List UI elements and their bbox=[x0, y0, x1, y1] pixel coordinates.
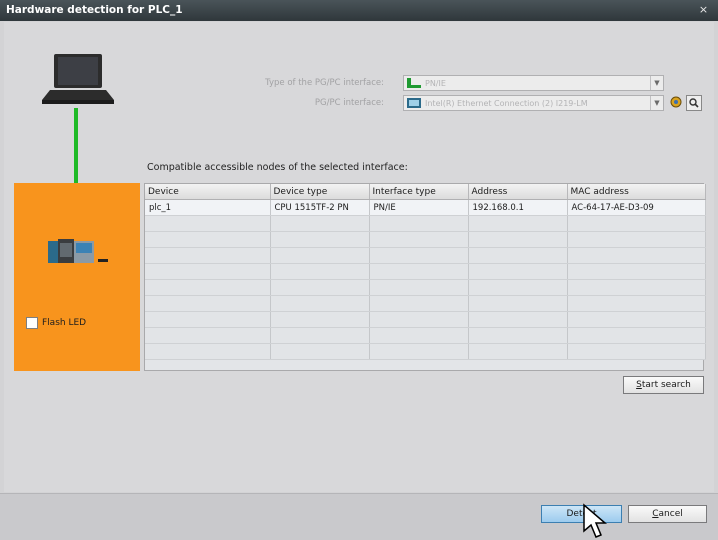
column-header[interactable]: Interface type bbox=[369, 184, 469, 200]
column-header[interactable]: Address bbox=[468, 184, 568, 200]
table-row bbox=[145, 279, 706, 296]
chevron-down-icon[interactable]: ▼ bbox=[650, 76, 663, 90]
table-header-row: Device Device type Interface type Addres… bbox=[145, 184, 706, 200]
device-panel bbox=[14, 183, 140, 371]
dialog-titlebar: Hardware detection for PLC_1 × bbox=[0, 0, 718, 21]
cancel-button[interactable]: Cancel bbox=[628, 505, 707, 523]
table-row bbox=[145, 343, 706, 360]
table-row bbox=[145, 311, 706, 328]
column-header[interactable]: Device type bbox=[270, 184, 370, 200]
table-cell: CPU 1515TF-2 PN bbox=[270, 199, 370, 216]
mouse-pointer-icon bbox=[583, 503, 608, 538]
column-header[interactable]: MAC address bbox=[567, 184, 706, 200]
pgpc-interface-value: Intel(R) Ethernet Connection (2) I219-LM bbox=[425, 98, 588, 108]
table-row[interactable]: plc_1 CPU 1515TF-2 PN PN/IE 192.168.0.1 … bbox=[145, 199, 706, 216]
hardware-detection-dialog: Hardware detection for PLC_1 × Flash LED… bbox=[0, 0, 718, 540]
table-row bbox=[145, 247, 706, 264]
table-row bbox=[145, 263, 706, 280]
flash-led-option[interactable]: Flash LED bbox=[26, 316, 86, 330]
table-row bbox=[145, 215, 706, 232]
search-magnifier-icon[interactable] bbox=[686, 95, 702, 111]
start-search-label: Start search bbox=[636, 380, 691, 390]
start-search-button[interactable]: Start search bbox=[623, 376, 704, 394]
nodes-caption: Compatible accessible nodes of the selec… bbox=[147, 162, 408, 173]
nodes-table: Device Device type Interface type Addres… bbox=[144, 183, 706, 371]
flash-led-label: Flash LED bbox=[42, 318, 87, 328]
table-cell: plc_1 bbox=[145, 199, 271, 216]
cancel-label: Cancel bbox=[652, 509, 683, 519]
table-cell: AC-64-17-AE-D3-09 bbox=[567, 199, 706, 216]
flash-led-checkbox[interactable] bbox=[26, 317, 38, 329]
table-row bbox=[145, 327, 706, 344]
network-adapter-icon bbox=[407, 78, 421, 88]
ethernet-card-icon bbox=[407, 98, 421, 108]
close-icon[interactable]: × bbox=[697, 4, 710, 16]
table-row bbox=[145, 295, 706, 312]
pgpc-interface-label: PG/PC interface: bbox=[314, 98, 384, 108]
chevron-down-icon[interactable]: ▼ bbox=[650, 96, 663, 110]
interface-type-label: Type of the PG/PC interface: bbox=[265, 78, 384, 88]
table-row bbox=[145, 231, 706, 248]
laptop-icon bbox=[42, 54, 114, 104]
dialog-title: Hardware detection for PLC_1 bbox=[6, 4, 183, 16]
table-cell: 192.168.0.1 bbox=[468, 199, 568, 216]
properties-icon[interactable] bbox=[669, 95, 683, 109]
column-header[interactable]: Device bbox=[145, 184, 271, 200]
pgpc-interface-select[interactable]: Intel(R) Ethernet Connection (2) I219-LM… bbox=[403, 95, 664, 111]
table-cell: PN/IE bbox=[369, 199, 469, 216]
plc-device-icon bbox=[48, 239, 108, 263]
interface-type-value: PN/IE bbox=[425, 78, 446, 88]
interface-type-select[interactable]: PN/IE ▼ bbox=[403, 75, 664, 91]
